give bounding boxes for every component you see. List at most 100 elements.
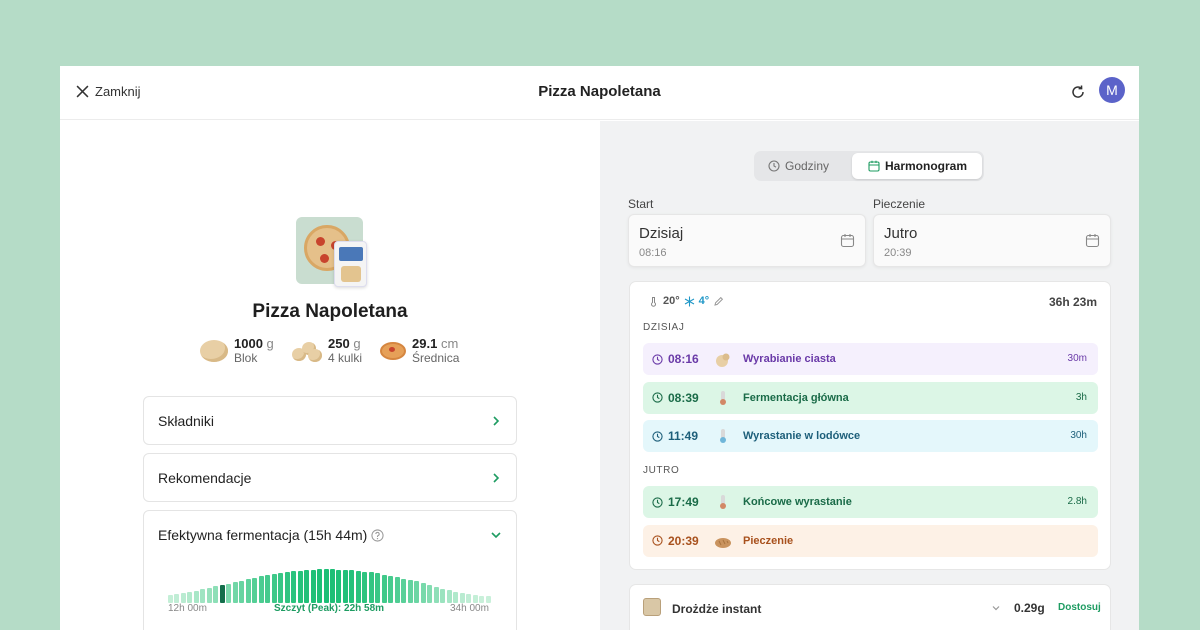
- tab-schedule[interactable]: Harmonogram: [852, 153, 982, 179]
- thermometer-icon: [720, 495, 726, 509]
- chart-bar: [466, 594, 472, 603]
- start-field[interactable]: Dzisiaj 08:16: [628, 214, 866, 267]
- chart-bar: [226, 583, 232, 603]
- flour-package-image: [334, 241, 367, 287]
- chart-bar: [388, 575, 394, 603]
- calendar-icon: [868, 160, 880, 172]
- chart-bar: [278, 573, 284, 603]
- calendar-icon: [840, 234, 855, 248]
- snowflake-icon: [684, 296, 694, 306]
- start-label: Start: [628, 197, 654, 211]
- stat-unit: cm: [440, 336, 459, 351]
- stat-diameter: 29.1 cm Średnica: [380, 336, 459, 365]
- chevron-down-icon[interactable]: [991, 603, 1001, 613]
- stat-label: Średnica: [412, 351, 460, 365]
- chart-bar: [206, 587, 212, 603]
- start-time: 08:16: [639, 247, 667, 259]
- start-day: Dzisiaj: [639, 225, 684, 242]
- chart-bar: [219, 585, 225, 603]
- chart-bar: [414, 581, 420, 603]
- chart-bar: [323, 569, 329, 603]
- bake-day: Jutro: [884, 225, 918, 242]
- ingredients-label: Składniki: [158, 413, 215, 429]
- chart-bar: [362, 571, 368, 603]
- step-time-value: 08:16: [668, 352, 699, 366]
- user-avatar[interactable]: M: [1099, 77, 1125, 103]
- step-name: Pieczenie: [743, 534, 794, 547]
- chart-bar: [407, 579, 413, 603]
- schedule-step[interactable]: 08:39 Fermentacja główna 3h: [643, 381, 1098, 414]
- stat-value: 1000: [234, 336, 263, 351]
- chart-bar: [258, 576, 264, 603]
- chart-bar: [349, 570, 355, 603]
- chart-bar: [446, 590, 452, 603]
- step-name: Wyrabianie ciasta: [743, 353, 836, 365]
- chart-bar: [381, 574, 387, 603]
- stat-value: 250: [328, 336, 350, 351]
- step-time-value: 17:49: [668, 495, 699, 509]
- fermentation-section[interactable]: Efektywna fermentacja (15h 44m) 12h 00m …: [143, 510, 517, 630]
- chart-bar: [394, 577, 400, 603]
- chart-bar: [485, 596, 491, 603]
- help-icon[interactable]: [371, 529, 384, 542]
- chevron-right-icon: [493, 473, 500, 483]
- tab-hours-label: Godziny: [785, 159, 830, 173]
- chart-bar: [420, 583, 426, 603]
- schedule-step[interactable]: 17:49 Końcowe wyrastanie 2.8h: [643, 486, 1098, 518]
- refresh-icon[interactable]: [1070, 84, 1086, 100]
- axis-start-label: 12h 00m: [168, 603, 207, 614]
- total-duration: 36h 23m: [1048, 295, 1097, 309]
- schedule-step[interactable]: 08:16 Wyrabianie ciasta 30m: [643, 343, 1098, 375]
- pizza-icon: [380, 341, 406, 360]
- bake-label: Pieczenie: [873, 197, 926, 211]
- chart-bar: [342, 569, 348, 603]
- step-time: 20:39: [652, 534, 699, 548]
- chart-bar: [232, 582, 238, 603]
- ingredients-section[interactable]: Składniki: [143, 396, 517, 445]
- chart-bar: [375, 573, 381, 603]
- fermentation-chart: [168, 567, 492, 603]
- tab-schedule-label: Harmonogram: [885, 159, 968, 173]
- step-time-value: 20:39: [668, 533, 699, 548]
- recommendations-section[interactable]: Rekomendacje: [143, 453, 517, 502]
- yeast-amount: 0.29g: [1014, 601, 1045, 615]
- top-bar: Zamknij Pizza Napoletana M: [60, 66, 1139, 120]
- pencil-icon[interactable]: [713, 296, 724, 307]
- schedule-step[interactable]: 20:39 Pieczenie: [643, 524, 1098, 557]
- chart-bar: [239, 580, 245, 603]
- step-time: 17:49: [652, 495, 699, 509]
- chart-bar: [330, 569, 335, 603]
- schedule-step[interactable]: 11:49 Wyrastanie w lodówce 30h: [643, 420, 1098, 452]
- chart-bar: [433, 586, 439, 603]
- stat-unit: g: [353, 336, 361, 351]
- chart-bar: [355, 570, 361, 603]
- stat-balls: 250 g 4 kulki: [292, 336, 362, 365]
- step-time: 11:49: [652, 429, 698, 443]
- view-toggle: Godziny Harmonogram: [754, 151, 984, 181]
- chart-bar: [336, 569, 342, 603]
- peak-label: Szczyt (Peak): 22h 58m: [274, 603, 385, 614]
- clock-icon: [768, 160, 780, 172]
- yeast-row: Drożdże instant 0.29g Dostosuj: [629, 584, 1111, 630]
- warm-temp: 20°: [663, 295, 680, 307]
- bread-icon: [715, 537, 731, 548]
- thermometer-icon: [720, 390, 726, 405]
- bake-time: 20:39: [884, 247, 912, 259]
- chevron-down-icon[interactable]: [490, 529, 502, 541]
- chart-bar: [317, 569, 323, 603]
- chart-bar: [213, 586, 219, 603]
- chart-bar: [297, 570, 303, 603]
- fermentation-label: Efektywna fermentacja (15h 44m): [158, 527, 368, 543]
- stat-unit: g: [266, 336, 274, 351]
- adjust-button[interactable]: Dostosuj: [1058, 602, 1101, 613]
- step-name: Wyrastanie w lodówce: [743, 430, 861, 442]
- tab-hours[interactable]: Godziny: [768, 153, 829, 179]
- thermometer-cold-icon: [720, 429, 726, 443]
- chart-bar: [200, 589, 206, 603]
- clock-icon: [652, 496, 663, 508]
- bake-field[interactable]: Jutro 20:39: [873, 214, 1111, 267]
- chart-bar: [174, 594, 180, 603]
- step-time: 08:39: [652, 391, 699, 405]
- recipe-panel: Pizza Napoletana 1000 g Blok 250 g 4 kul…: [60, 121, 600, 630]
- tomorrow-label: JUTRO: [643, 465, 680, 476]
